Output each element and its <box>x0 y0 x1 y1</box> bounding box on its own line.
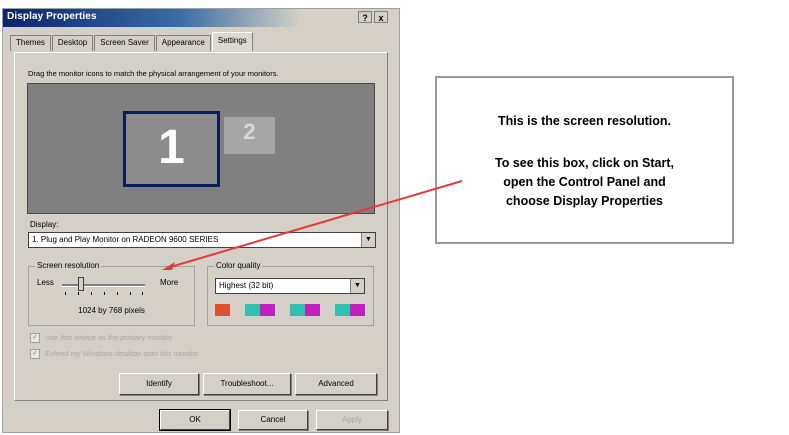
identify-button[interactable]: Identify <box>119 373 199 395</box>
color-swatch <box>335 304 350 316</box>
checkbox-primary-label: Use this device as the primary monitor <box>45 333 173 342</box>
help-button[interactable]: ? <box>358 11 372 23</box>
checkbox-extend-desktop[interactable]: ✓ <box>30 349 40 360</box>
resolution-less-label: Less <box>37 278 54 287</box>
checkbox-row-extend: ✓ Extend my Windows desktop onto this mon… <box>30 349 199 360</box>
advanced-button[interactable]: Advanced <box>295 373 377 395</box>
tab-appearance[interactable]: Appearance <box>155 35 211 51</box>
monitor-2[interactable]: 2 <box>224 117 275 154</box>
resolution-slider-track[interactable] <box>62 284 145 287</box>
color-swatch <box>230 304 245 316</box>
annotation-callout-box: This is the screen resolution. To see th… <box>435 76 734 244</box>
checkbox-extend-label: Extend my Windows desktop onto this moni… <box>45 349 199 358</box>
color-quality-label: Color quality <box>214 261 263 270</box>
monitor-1[interactable]: 1 <box>123 111 220 187</box>
callout-instruction-line: To see this box, click on Start, <box>495 156 674 170</box>
tab-screen-saver[interactable]: Screen Saver <box>94 35 155 51</box>
close-button[interactable]: x <box>374 11 388 23</box>
tab-settings[interactable]: Settings <box>211 32 253 51</box>
color-swatch <box>260 304 275 316</box>
color-quality-select[interactable]: Highest (32 bit) ▼ <box>215 278 365 294</box>
color-swatch <box>290 304 305 316</box>
screen-resolution-group: Screen resolution Less More 1024 by 768 … <box>28 261 195 326</box>
screen-resolution-label: Screen resolution <box>35 261 102 270</box>
chevron-down-icon[interactable]: ▼ <box>350 279 364 293</box>
callout-instruction-line: choose Display Properties <box>505 194 663 208</box>
apply-button[interactable]: Apply <box>316 410 388 430</box>
troubleshoot-button[interactable]: Troubleshoot... <box>203 373 291 395</box>
color-swatch <box>350 304 365 316</box>
display-select[interactable]: 1. Plug and Play Monitor on RADEON 9600 … <box>28 232 376 248</box>
color-sample-bar <box>215 304 365 316</box>
resolution-value: 1024 by 768 pixels <box>78 306 145 315</box>
tab-desktop[interactable]: Desktop <box>51 35 94 51</box>
slider-ticks <box>65 292 143 296</box>
resolution-slider-thumb[interactable] <box>78 277 84 291</box>
checkbox-primary-monitor[interactable]: ✓ <box>30 333 40 344</box>
tab-themes[interactable]: Themes <box>10 35 51 51</box>
color-swatch <box>320 304 335 316</box>
resolution-more-label: More <box>160 278 179 287</box>
tab-strip: Themes Desktop Screen Saver Appearance S… <box>10 32 254 51</box>
window-title: Display Properties <box>7 11 97 22</box>
ok-button[interactable]: OK <box>159 409 231 431</box>
color-swatch <box>275 304 290 316</box>
color-swatch <box>215 304 230 316</box>
callout-instructions: To see this box, click on Start, open th… <box>437 154 732 211</box>
color-quality-value: Highest (32 bit) <box>219 281 274 290</box>
title-bar[interactable]: Display Properties ? x <box>3 9 399 27</box>
display-label: Display: <box>30 220 59 229</box>
callout-instruction-line: open the Control Panel and <box>503 175 666 189</box>
monitor-instruction: Drag the monitor icons to match the phys… <box>28 69 279 78</box>
monitor-arrangement-area[interactable]: 1 2 <box>27 83 375 214</box>
cancel-button[interactable]: Cancel <box>238 410 308 430</box>
color-quality-group: Color quality Highest (32 bit) ▼ <box>207 261 374 326</box>
checkbox-row-primary: ✓ Use this device as the primary monitor <box>30 333 173 344</box>
display-select-value: 1. Plug and Play Monitor on RADEON 9600 … <box>32 235 219 244</box>
color-swatch <box>245 304 260 316</box>
chevron-down-icon[interactable]: ▼ <box>361 233 375 247</box>
callout-heading: This is the screen resolution. <box>498 114 671 128</box>
color-swatch <box>305 304 320 316</box>
